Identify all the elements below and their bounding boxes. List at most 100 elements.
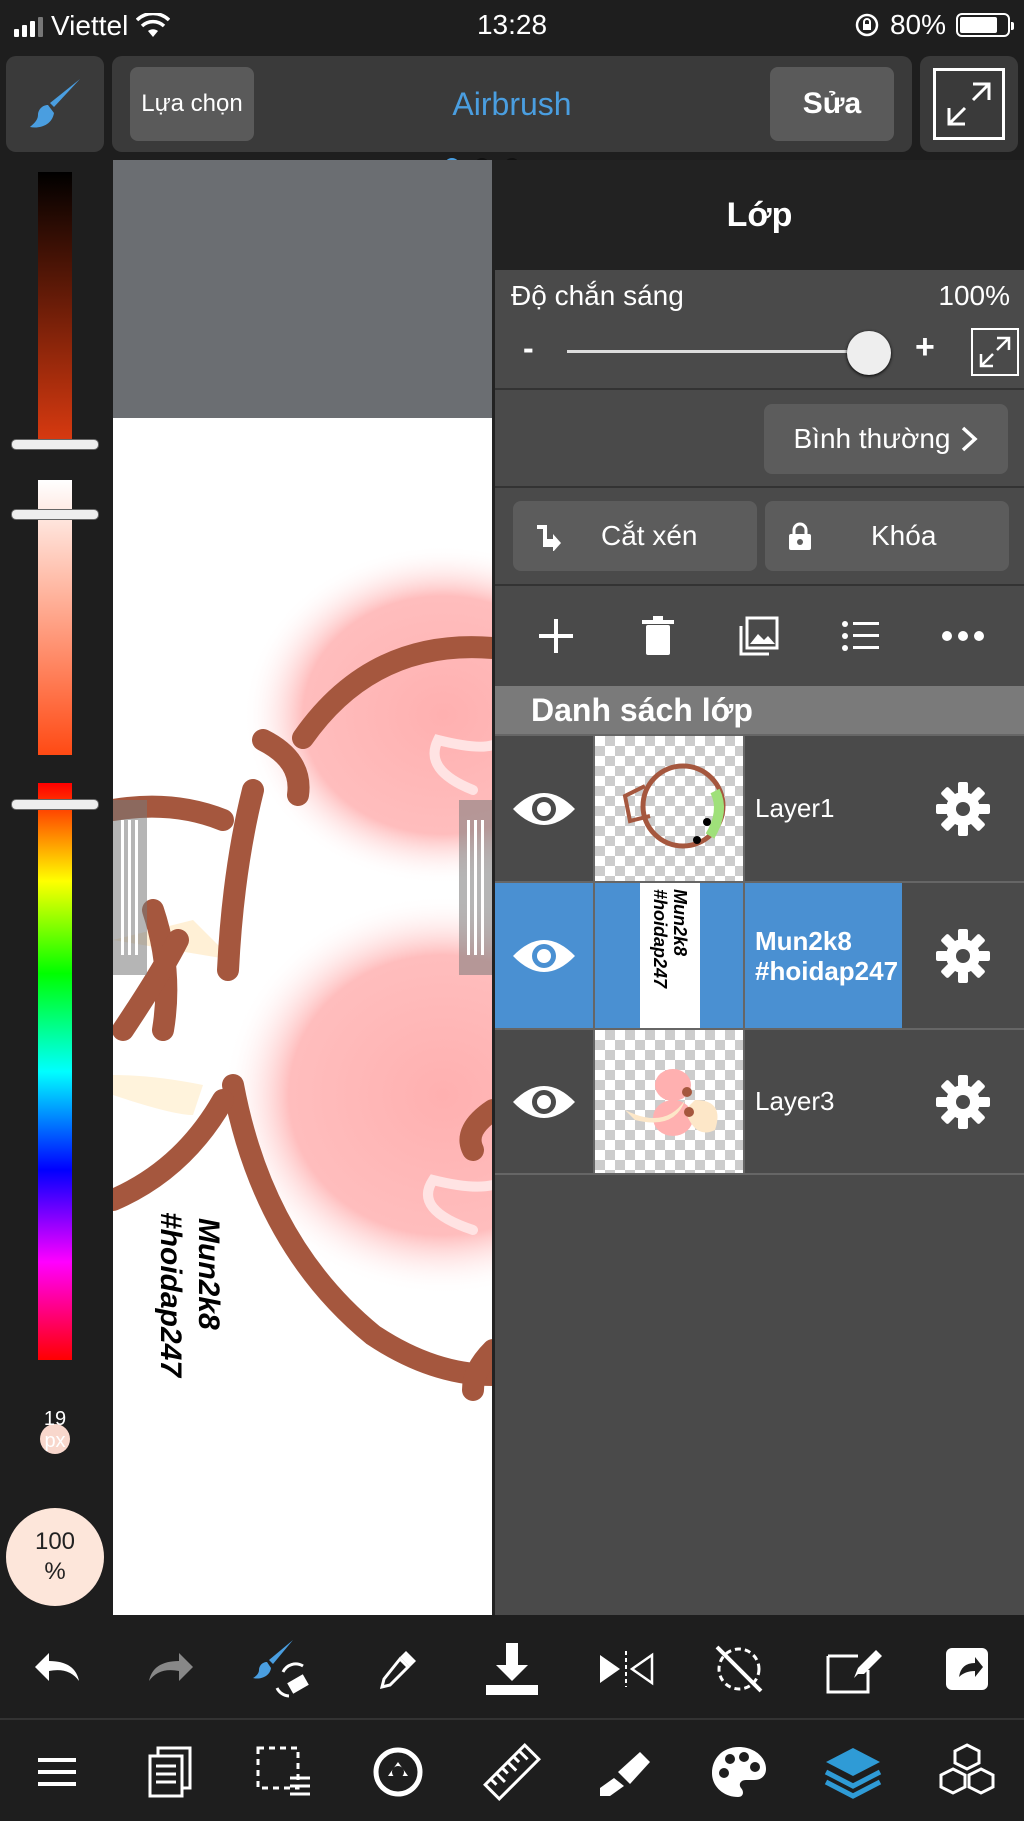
rotate-lock-button[interactable] (704, 1634, 774, 1704)
gear-icon (936, 781, 990, 836)
opacity-slider-track[interactable] (567, 350, 869, 353)
main-menu-button[interactable] (22, 1737, 92, 1807)
ruler-button[interactable] (477, 1737, 547, 1807)
fullscreen-button[interactable] (920, 56, 1018, 152)
battery-icon (956, 13, 1014, 37)
layer-thumbnail-text: Mun2k8 #hoidap247 (650, 889, 690, 989)
layer-tools-row (495, 586, 1024, 686)
hue-handle[interactable] (12, 800, 98, 809)
3d-button[interactable] (932, 1737, 1002, 1807)
layer-row[interactable]: Layer1 (495, 734, 1024, 881)
transform-button[interactable] (818, 1634, 888, 1704)
layer-list-header: Danh sách lớp (495, 686, 1024, 734)
eyedropper-button[interactable] (363, 1634, 433, 1704)
color-palette-button[interactable] (704, 1737, 774, 1807)
selection-icon (256, 1746, 311, 1795)
bottom-toolbar-actions (0, 1620, 1024, 1720)
hue-slider[interactable] (38, 783, 72, 1360)
lock-icon (765, 521, 835, 551)
undo-icon (34, 1653, 79, 1681)
brush-opacity[interactable]: 100 % (6, 1508, 104, 1606)
layer-settings-button[interactable] (902, 883, 1024, 1028)
pages-button[interactable] (136, 1737, 206, 1807)
opacity-label: Độ chắn sáng (511, 280, 684, 311)
opacity-minus-button[interactable]: - (523, 330, 534, 367)
delete-layer-button[interactable] (628, 606, 688, 666)
panel-title: Lớp (495, 160, 1024, 270)
layer-panel: Lớp Độ chắn sáng 100% - + Bình thường Cắ… (492, 160, 1024, 1615)
fill-button[interactable] (591, 1737, 661, 1807)
watermark-line1: Mun2k8 (192, 1218, 225, 1330)
eyedropper-icon (380, 1651, 417, 1690)
visibility-toggle[interactable] (495, 736, 595, 881)
clipping-button[interactable]: Cắt xén (513, 501, 757, 571)
selection-button[interactable] (249, 1737, 319, 1807)
flip-button[interactable] (591, 1634, 661, 1704)
svg-text:#hoidap247: #hoidap247 (650, 889, 670, 989)
drawing-canvas[interactable]: Mun2k8 #hoidap247 (113, 160, 493, 1615)
brush-tool-button[interactable] (6, 56, 104, 152)
layers-icon (825, 1747, 882, 1799)
saturation-handle[interactable] (12, 510, 98, 519)
panel-expand-button[interactable] (971, 328, 1019, 376)
add-layer-button[interactable] (526, 606, 586, 666)
flip-icon (599, 1651, 653, 1687)
layers-button[interactable] (818, 1737, 888, 1807)
layer-row[interactable]: Layer3 (495, 1028, 1024, 1175)
visibility-toggle[interactable] (495, 1030, 595, 1173)
layer-thumbnail-art (625, 1069, 718, 1136)
snap-button[interactable] (363, 1737, 433, 1807)
clip-icon (513, 521, 583, 551)
layer-row-selected[interactable]: Mun2k8 #hoidap247 Mun2k8 #hoidap247 (495, 881, 1024, 1028)
canvas-scroll-handle-right[interactable] (459, 800, 493, 975)
brush-size-unit: px (44, 1430, 66, 1452)
saturation-slider[interactable] (38, 480, 72, 755)
edit-button[interactable]: Sửa (770, 67, 894, 141)
transform-icon (826, 1650, 883, 1694)
brush-size-value: 19 (43, 1408, 67, 1430)
opacity-plus-button[interactable]: + (915, 328, 935, 367)
import-image-button[interactable] (729, 606, 789, 666)
list-icon (842, 621, 880, 651)
3d-icon (939, 1742, 995, 1795)
layer-thumbnail (595, 1030, 745, 1173)
layer-settings-button[interactable] (902, 736, 1024, 881)
clip-lock-row: Cắt xén Khóa (495, 488, 1024, 586)
undo-button[interactable] (22, 1634, 92, 1704)
redo-button[interactable] (136, 1634, 206, 1704)
canvas-scroll-handle-left[interactable] (113, 800, 147, 975)
expand-icon (933, 68, 1005, 140)
share-button[interactable] (932, 1634, 1002, 1704)
brush-eraser-swap-button[interactable] (249, 1634, 319, 1704)
ruler-icon (482, 1742, 541, 1801)
blend-mode-label: Bình thường (793, 423, 951, 454)
rotate-off-icon (716, 1645, 763, 1693)
lock-button[interactable]: Khóa (765, 501, 1009, 571)
brush-size[interactable]: 19 px (20, 1408, 90, 1452)
expand-icon (979, 336, 1011, 368)
image-icon (739, 616, 779, 656)
brush-opacity-unit: % (44, 1558, 66, 1585)
blend-mode-button[interactable]: Bình thường (764, 404, 1008, 474)
layer-list: Layer1 Mun2k8 #hoidap247 Mun2k8 #hoidap2… (495, 734, 1024, 1175)
brightness-slider[interactable] (38, 172, 72, 442)
layer-list-button[interactable] (831, 606, 891, 666)
visibility-toggle[interactable] (495, 883, 595, 1028)
more-options-button[interactable] (933, 606, 993, 666)
opacity-slider-thumb[interactable] (847, 331, 891, 375)
more-icon (942, 631, 985, 641)
save-button[interactable] (477, 1634, 547, 1704)
top-toolbar: Lựa chọn Airbrush Sửa (112, 56, 912, 152)
status-right: 80% (854, 9, 1014, 41)
share-icon (946, 1648, 988, 1690)
menu-icon (37, 1757, 76, 1786)
clip-label: Cắt xén (601, 520, 698, 551)
layer-name: Layer3 (755, 1086, 835, 1116)
rotation-lock-icon (855, 13, 879, 37)
brightness-handle[interactable] (12, 440, 98, 449)
layer-opacity-row: Độ chắn sáng 100% - + (495, 270, 1024, 390)
layer-settings-button[interactable] (902, 1030, 1024, 1173)
fill-icon (599, 1751, 650, 1796)
brush-eraser-swap-icon (253, 1640, 310, 1698)
opacity-value: 100% (938, 280, 1010, 311)
